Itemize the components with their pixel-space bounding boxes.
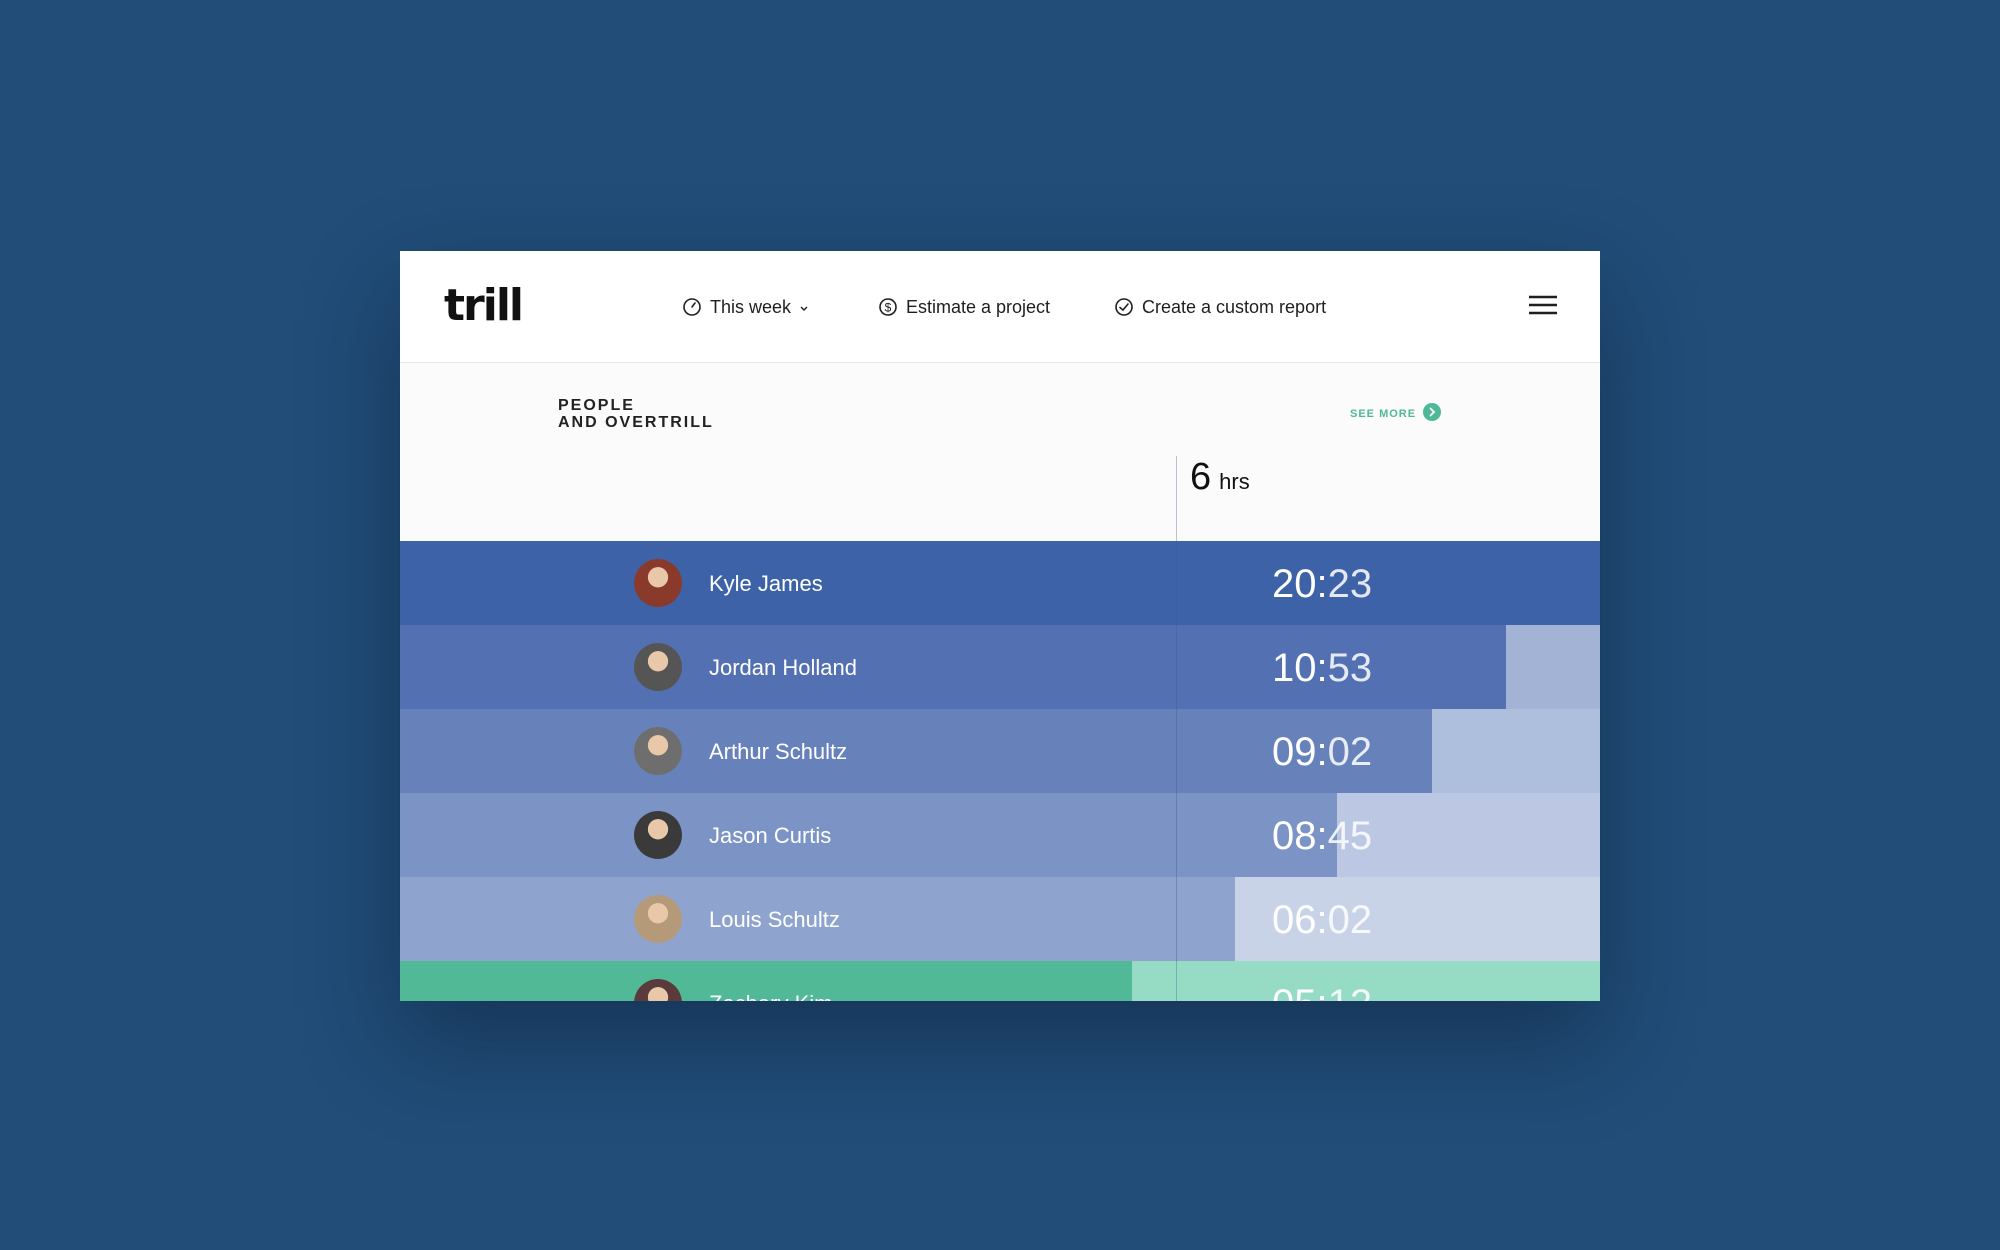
time-hours: 06 [1272,898,1317,942]
time-separator: : [1316,646,1328,690]
person-name[interactable]: Louis Schultz [709,907,840,933]
check-icon [1114,297,1134,317]
section-title-line2: AND OVERTRILL [558,414,714,431]
custom-report-label: Create a custom report [1142,296,1327,317]
period-label: This week [710,296,792,317]
people-list: Kyle James 20:23 Jordan Holland 10:53 Arthur… [400,541,1600,1001]
person-name[interactable]: Zachary Kim [709,991,832,1001]
top-navigation-bar: trill This week $ Estimate a project Cre… [400,251,1600,363]
threshold-unit: hrs [1219,469,1250,494]
time-hours: 20 [1272,562,1317,606]
avatar[interactable] [634,895,682,943]
tracked-time: 06:02 [1272,898,1372,943]
person-row[interactable]: Jordan Holland 10:53 [400,625,1600,709]
chevron-down-icon [799,297,809,318]
time-hours: 05 [1272,982,1317,1001]
person-row[interactable]: Arthur Schultz 09:02 [400,709,1600,793]
avatar[interactable] [634,727,682,775]
people-section-header: PEOPLE AND OVERTRILL SEE MORE 6 hrs [400,363,1600,555]
estimate-project-link[interactable]: $ Estimate a project [878,295,1050,319]
custom-report-link[interactable]: Create a custom report [1114,295,1326,319]
svg-text:$: $ [885,301,892,315]
time-hours: 08 [1272,814,1317,858]
tracked-time: 05:12 [1272,982,1372,1001]
person-row[interactable]: Louis Schultz 06:02 [400,877,1600,961]
time-minutes: 53 [1327,646,1373,690]
time-minutes: 12 [1328,982,1373,1001]
person-name[interactable]: Arthur Schultz [709,739,847,765]
person-row[interactable]: Kyle James 20:23 [400,541,1600,625]
hours-bar [400,793,1338,877]
time-hours: 09 [1272,730,1317,774]
threshold-value: 6 [1190,456,1212,498]
section-title-line1: PEOPLE [558,397,635,414]
time-minutes: 45 [1327,814,1373,858]
see-more-link[interactable]: SEE MORE [1350,403,1442,424]
section-title: PEOPLE AND OVERTRILL [558,397,714,431]
dollar-icon: $ [878,297,898,317]
tracked-time: 10:53 [1272,646,1372,691]
avatar[interactable] [634,643,682,691]
time-separator: : [1316,814,1328,858]
person-row[interactable]: Jason Curtis 08:45 [400,793,1600,877]
hours-bar [400,541,1600,625]
threshold-line [1176,456,1177,1001]
time-separator: : [1317,982,1328,1001]
see-more-label: SEE MORE [1350,407,1417,420]
person-row[interactable]: Zachary Kim 05:12 [400,961,1600,1001]
estimate-project-label: Estimate a project [906,296,1051,317]
hamburger-menu-icon[interactable] [1528,293,1558,317]
person-name[interactable]: Jason Curtis [709,823,831,849]
time-minutes: 02 [1327,898,1373,942]
time-separator: : [1316,562,1328,606]
time-hours: 10 [1272,646,1317,690]
tracked-time: 09:02 [1272,730,1372,775]
chevron-right-circle-icon [1423,403,1442,424]
period-dropdown[interactable]: This week [682,295,809,319]
person-name[interactable]: Kyle James [709,571,823,597]
avatar[interactable] [634,811,682,859]
time-minutes: 23 [1327,562,1373,606]
tracked-time: 08:45 [1272,814,1372,859]
person-name[interactable]: Jordan Holland [709,655,857,681]
tracked-time: 20:23 [1272,562,1372,607]
time-separator: : [1316,730,1328,774]
report-card: trill This week $ Estimate a project Cre… [400,251,1600,1001]
clock-icon [682,297,702,317]
time-separator: : [1316,898,1328,942]
threshold-indicator: 6 hrs [1190,456,1250,499]
time-minutes: 02 [1327,730,1373,774]
avatar[interactable] [634,559,682,607]
trill-logo[interactable]: trill [444,280,524,331]
